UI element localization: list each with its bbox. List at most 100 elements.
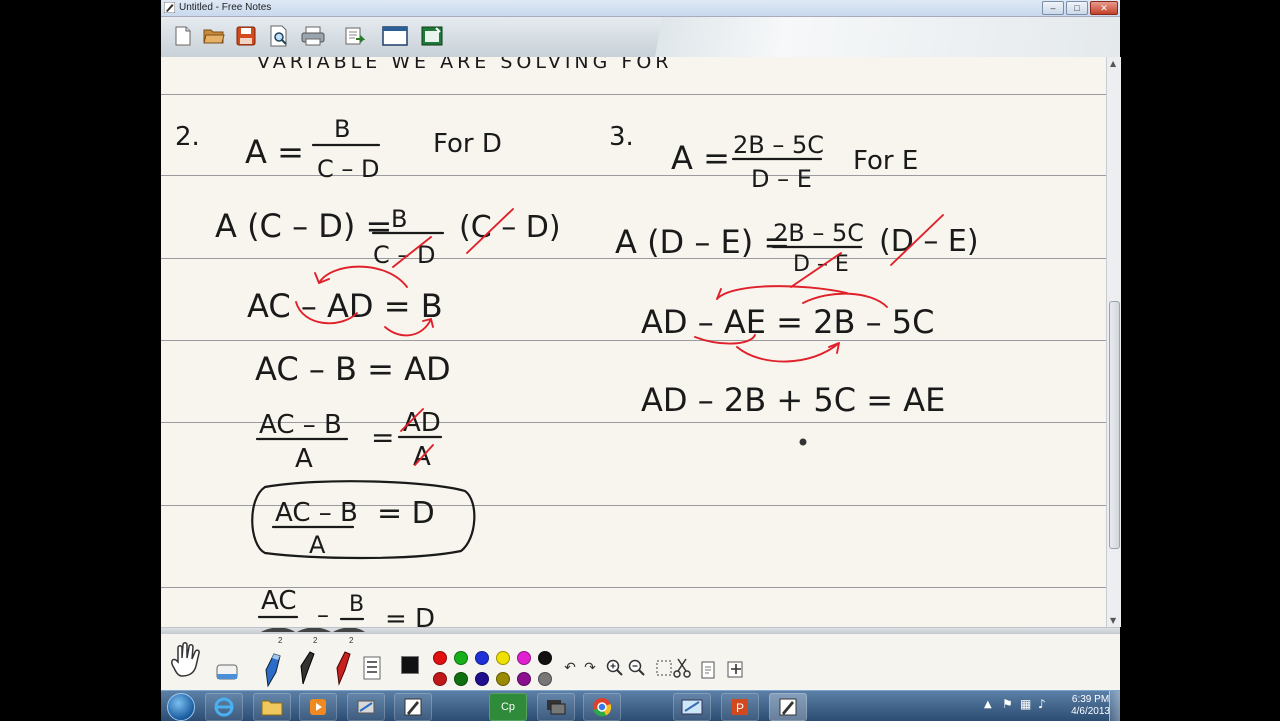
window-title: Untitled - Free Notes	[179, 2, 272, 13]
close-button[interactable]: ✕	[1090, 1, 1118, 15]
p3-step3: AD – 2B + 5C = AE	[641, 381, 945, 419]
red-marker-icon[interactable]	[331, 650, 355, 686]
folder-icon[interactable]	[253, 693, 291, 721]
p2-alt-minus: –	[317, 601, 329, 627]
p2-step1-mult: (C – D)	[459, 210, 561, 245]
p3-numerator: 2B – 5C	[733, 131, 824, 159]
color-dark-green[interactable]	[454, 672, 468, 686]
system-tray: ▲ ⚑ ▦ ♪ 6:39 PM 4/6/2013	[960, 691, 1120, 721]
blue-marker-icon[interactable]	[261, 652, 285, 688]
clock[interactable]: 6:39 PM 4/6/2013	[1071, 694, 1110, 718]
scroll-down-icon[interactable]: ▼	[1110, 616, 1116, 625]
zoom-out-icon[interactable]	[627, 658, 647, 678]
show-desktop-button[interactable]	[1109, 691, 1120, 721]
network-tray-icon[interactable]: ▦	[1020, 697, 1031, 711]
color-dark-blue[interactable]	[475, 672, 489, 686]
color-magenta[interactable]	[517, 651, 531, 665]
p3-arrow-bottom	[736, 342, 840, 363]
line-width-label-2: 2	[313, 636, 318, 645]
p2-denominator: C – D	[317, 155, 380, 183]
network-icon[interactable]	[537, 693, 575, 721]
p2-step4-eq: =	[371, 421, 394, 454]
drawing-toolbar: ↶ ↷ 2 2 2	[161, 627, 1120, 691]
start-button[interactable]	[167, 693, 195, 721]
p3-for-label: For E	[853, 146, 918, 176]
color-gray[interactable]	[538, 672, 552, 686]
color-blue[interactable]	[475, 651, 489, 665]
chrome-icon[interactable]	[583, 693, 621, 721]
free-notes-window: Untitled - Free Notes – □ ✕ VARIABLE WE …	[161, 0, 1121, 691]
open-folder-icon[interactable]	[202, 25, 226, 47]
p2-answer-den: A	[309, 531, 326, 559]
p3-step1-lhs: A (D – E) =	[615, 223, 790, 261]
p3-arrow-top-left	[716, 285, 848, 300]
line-width-label-1: 2	[278, 636, 283, 645]
line-width-label-3: 2	[349, 636, 354, 645]
fullscreen-icon[interactable]	[381, 25, 409, 47]
p3-step1-den: D – E	[793, 252, 849, 277]
p2-alt-num2: B	[349, 592, 364, 617]
svg-text:P: P	[736, 701, 744, 715]
maximize-button[interactable]: □	[1066, 1, 1088, 15]
p2-step1-num: B	[391, 205, 407, 233]
p2-lhs: A =	[245, 133, 304, 171]
pen-icon[interactable]	[295, 650, 319, 686]
color-dark-red[interactable]	[433, 672, 447, 686]
p2-for-label: For D	[433, 129, 502, 159]
p2-step3: AC – B = AD	[255, 350, 451, 388]
action-center-icon[interactable]: ⚑	[1002, 697, 1013, 711]
cp-icon[interactable]: Cp	[489, 693, 527, 721]
zoom-in-icon[interactable]	[605, 658, 625, 678]
p2-step2: AC – AD = B	[247, 287, 443, 325]
eraser-icon[interactable]	[213, 658, 241, 686]
p2-answer-num: AC – B	[275, 498, 358, 528]
minimize-button[interactable]: –	[1042, 1, 1064, 15]
clock-date: 4/6/2013	[1071, 706, 1110, 717]
new-document-icon[interactable]	[171, 25, 195, 47]
p2-step1-lhs: A (C – D) =	[215, 207, 392, 245]
print-icon[interactable]	[301, 25, 325, 47]
color-black[interactable]	[538, 651, 552, 665]
current-color-swatch[interactable]	[401, 656, 419, 674]
p2-numerator: B	[334, 115, 350, 143]
clock-time: 6:39 PM	[1071, 694, 1110, 705]
windows-taskbar: Cp P ▲ ⚑ ▦ ♪ 6:39 PM 4/6/2013	[161, 690, 1120, 721]
scissors-icon[interactable]	[671, 656, 693, 680]
media-icon[interactable]	[299, 693, 337, 721]
volume-icon[interactable]: ♪	[1038, 697, 1046, 711]
handwriting-canvas: VARIABLE WE ARE SOLVING FOR 2. A = B C –…	[175, 57, 979, 627]
color-red[interactable]	[433, 651, 447, 665]
scroll-thumb[interactable]	[1109, 301, 1120, 549]
freenotes-icon[interactable]	[394, 693, 432, 721]
paint-icon[interactable]	[673, 693, 711, 721]
save-icon[interactable]	[234, 25, 258, 47]
print-preview-icon[interactable]	[267, 25, 291, 47]
scroll-up-icon[interactable]: ▲	[1110, 59, 1116, 68]
freenotes-active-icon[interactable]	[769, 693, 807, 721]
powerpoint-icon[interactable]: P	[721, 693, 759, 721]
p2-alt-rhs: = D	[385, 604, 435, 627]
header-fragment: VARIABLE WE ARE SOLVING FOR	[257, 57, 673, 73]
presentation-icon[interactable]	[420, 25, 444, 47]
color-yellow[interactable]	[496, 651, 510, 665]
hand-tool-icon[interactable]	[167, 640, 207, 680]
app-pen-icon	[164, 2, 175, 13]
p3-denominator: D – E	[751, 165, 812, 193]
color-olive[interactable]	[496, 672, 510, 686]
p2-step4-den: A	[295, 444, 313, 474]
redo-icon[interactable]: ↷	[581, 660, 599, 676]
vertical-scrollbar[interactable]: ▲ ▼	[1106, 57, 1121, 627]
line-width-icon[interactable]	[363, 656, 381, 680]
p2-number: 2.	[175, 122, 200, 152]
export-icon[interactable]	[342, 25, 366, 47]
paste-icon[interactable]	[699, 658, 719, 680]
p2-alt-num1: AC	[261, 586, 296, 616]
show-hidden-icons-icon[interactable]: ▲	[984, 699, 992, 710]
insert-page-icon[interactable]	[725, 658, 747, 680]
color-purple[interactable]	[517, 672, 531, 686]
color-green[interactable]	[454, 651, 468, 665]
note-page[interactable]: VARIABLE WE ARE SOLVING FOR 2. A = B C –…	[161, 57, 1106, 627]
undo-icon[interactable]: ↶	[561, 660, 579, 676]
tool-icon[interactable]	[347, 693, 385, 721]
ie-icon[interactable]	[205, 693, 243, 721]
